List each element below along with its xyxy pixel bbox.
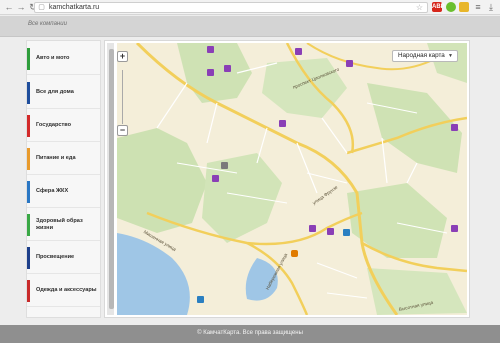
category-color-bar (27, 181, 30, 203)
category-color-bar (27, 48, 30, 70)
zoom-in-button[interactable]: + (117, 51, 128, 62)
poi-marker[interactable] (207, 69, 214, 76)
site-footer: © КамчатКарта. Все права защищены (0, 325, 500, 343)
category-label: Питание и еда (36, 155, 76, 161)
copyright-text: © КамчатКарта. Все права защищены (197, 330, 303, 336)
chevron-down-icon: ▼ (448, 53, 453, 59)
scrollbar-thumb[interactable] (109, 49, 114, 309)
category-label: Одежда и аксессуары (36, 287, 97, 293)
page-icon: ▢ (38, 4, 45, 11)
poi-marker[interactable] (221, 162, 228, 169)
download-icon[interactable]: ⤓ (486, 2, 496, 13)
menu-icon[interactable]: ≡ (473, 2, 483, 13)
poi-marker[interactable] (451, 225, 458, 232)
category-label: Просвещение (36, 254, 75, 260)
category-color-bar (27, 247, 30, 269)
poi-marker[interactable] (343, 229, 350, 236)
category-label: Сфера ЖКХ (36, 188, 69, 194)
star-icon[interactable]: ☆ (416, 3, 423, 12)
category-item[interactable]: Одежда и аксессуары (27, 275, 100, 307)
poi-marker[interactable] (327, 228, 334, 235)
zoom-slider[interactable] (122, 70, 123, 124)
category-sidebar: Авто и мото Все для дома Государство Пит… (26, 40, 101, 318)
bay-water (117, 233, 190, 315)
green-extension-icon[interactable] (446, 2, 456, 12)
park-area (202, 153, 282, 243)
poi-marker[interactable] (451, 124, 458, 131)
poi-marker[interactable] (309, 225, 316, 232)
category-item[interactable]: Государство (27, 110, 100, 142)
category-item[interactable]: Питание и еда (27, 143, 100, 175)
browser-toolbar: ← → ↻ ▢ kamchatkarta.ru ☆ ABP ≡ ⤓ (0, 0, 500, 15)
category-color-bar (27, 82, 30, 104)
poi-marker[interactable] (224, 65, 231, 72)
category-color-bar (27, 280, 30, 302)
map-panel: + − Народная карта ▼ проспект Циолковско… (104, 40, 470, 318)
sidebar-scrollbar[interactable] (107, 43, 114, 315)
category-color-bar (27, 214, 30, 236)
poi-marker[interactable] (346, 60, 353, 67)
category-label: Все для дома (36, 89, 74, 95)
category-item[interactable]: Все для дома (27, 77, 100, 109)
park-area (117, 128, 207, 233)
poi-marker[interactable] (291, 250, 298, 257)
poi-marker[interactable] (279, 120, 286, 127)
address-bar[interactable]: ▢ kamchatkarta.ru ☆ (34, 2, 428, 13)
url-text: kamchatkarta.ru (49, 4, 100, 11)
map-type-select[interactable]: Народная карта ▼ (392, 50, 458, 62)
park-area (367, 83, 462, 173)
category-color-bar (27, 148, 30, 170)
back-button[interactable]: ← (4, 2, 14, 13)
map-canvas (117, 43, 467, 315)
category-label: Авто и мото (36, 55, 70, 61)
city-map[interactable]: + − Народная карта ▼ проспект Циолковско… (117, 43, 467, 315)
zoom-out-button[interactable]: − (117, 125, 128, 136)
poi-marker[interactable] (197, 296, 204, 303)
park-area (427, 43, 467, 83)
poi-marker[interactable] (212, 175, 219, 182)
site-header: Все компании (0, 16, 500, 37)
map-type-label: Народная карта (398, 52, 445, 59)
abp-extension-icon[interactable]: ABP (432, 2, 445, 12)
category-item[interactable]: Сфера ЖКХ (27, 176, 100, 208)
category-item[interactable]: Здоровый образ жизни (27, 209, 100, 241)
poi-marker[interactable] (207, 46, 214, 53)
forward-button[interactable]: → (16, 2, 26, 13)
poi-marker[interactable] (295, 48, 302, 55)
category-item[interactable]: Просвещение (27, 242, 100, 274)
category-item[interactable]: Авто и мото (27, 43, 100, 75)
park-area (177, 43, 252, 103)
category-label: Здоровый образ жизни (36, 217, 83, 231)
category-label: Государство (36, 122, 72, 128)
category-color-bar (27, 115, 30, 137)
yellow-extension-icon[interactable] (459, 2, 469, 12)
breadcrumb[interactable]: Все компании (28, 21, 67, 27)
